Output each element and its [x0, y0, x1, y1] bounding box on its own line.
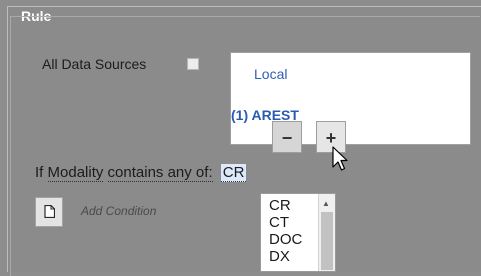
mouse-cursor-icon [332, 146, 348, 171]
rule-field[interactable]: Modality [47, 164, 104, 182]
all-data-sources-label: All Data Sources [42, 56, 147, 72]
add-condition-button[interactable] [35, 197, 63, 227]
document-icon [44, 205, 55, 218]
dropdown-option[interactable]: CR [269, 197, 291, 214]
remove-source-button[interactable]: − [272, 121, 302, 153]
add-condition-label[interactable]: Add Condition [81, 204, 156, 218]
dropdown-scrollbar[interactable]: ▲ [318, 194, 335, 271]
dropdown-option[interactable]: DOC [269, 231, 302, 248]
dropdown-option[interactable]: CT [269, 214, 289, 231]
rule-prefix: If [35, 164, 44, 181]
scroll-up-icon[interactable]: ▲ [322, 199, 330, 208]
rule-value[interactable]: CR [220, 164, 247, 182]
scrollbar-thumb[interactable] [321, 212, 333, 270]
rule-operator[interactable]: contains any of: [107, 164, 213, 182]
modality-dropdown[interactable]: CR CT DOC DX ▲ [260, 193, 336, 272]
data-sources-list[interactable]: Local (1) AREST [230, 52, 471, 145]
source-item-local[interactable]: Local [254, 66, 287, 82]
dropdown-option[interactable]: DX [269, 248, 290, 265]
all-data-sources-checkbox[interactable] [187, 58, 199, 70]
rule-condition: If Modality contains any of: CR [35, 164, 247, 182]
